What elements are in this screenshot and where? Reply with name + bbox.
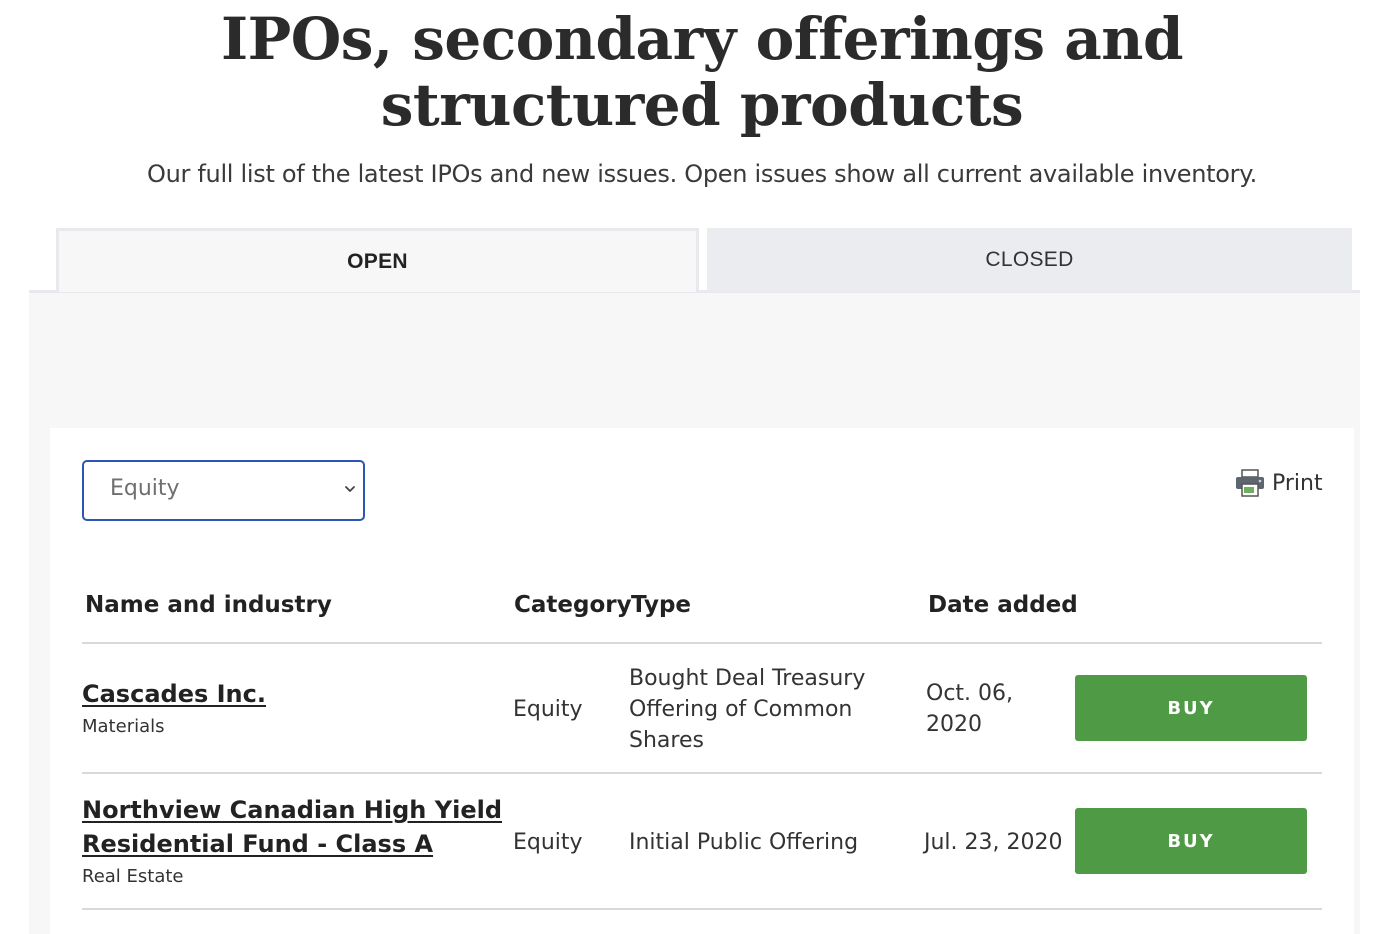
buy-button[interactable]: BUY [1075, 675, 1307, 741]
category-select[interactable]: Equity [82, 460, 365, 521]
offering-category: Equity [513, 697, 583, 722]
offering-type-line: Shares [629, 728, 704, 753]
column-header-type[interactable]: Type [631, 592, 691, 618]
offering-date-line: 2020 [926, 712, 982, 737]
table-row-divider [82, 908, 1322, 910]
offering-industry: Materials [82, 716, 165, 737]
offering-date: Jul. 23, 2020 [924, 830, 1063, 855]
tab-closed[interactable]: CLOSED [707, 228, 1352, 292]
print-label: Print [1272, 470, 1323, 496]
table-header-divider [82, 642, 1322, 644]
offering-type: Initial Public Offering [629, 830, 859, 855]
tab-open-label: OPEN [347, 249, 408, 273]
table-row-divider [82, 772, 1322, 774]
page: IPOs, secondary offerings and structured… [0, 0, 1386, 934]
offering-date-line: Oct. 06, [926, 681, 1014, 706]
offering-date: Oct. 06, 2020 [926, 678, 1013, 740]
column-header-name[interactable]: Name and industry [85, 592, 332, 618]
offering-name-link[interactable]: Cascades Inc. [82, 677, 266, 711]
tab-closed-label: CLOSED [985, 248, 1074, 271]
printer-icon [1236, 469, 1264, 497]
category-select-value: Equity [110, 476, 180, 501]
offering-type-line: Bought Deal Treasury [629, 666, 866, 691]
offering-industry: Real Estate [82, 866, 184, 887]
column-header-date[interactable]: Date added [928, 592, 1078, 618]
offering-name-line: Residential Fund - Class A [82, 830, 434, 858]
page-subtitle: Our full list of the latest IPOs and new… [146, 160, 1257, 188]
offering-name-link[interactable]: Northview Canadian High Yield Residentia… [82, 793, 502, 861]
offering-type-line: Offering of Common [629, 697, 853, 722]
offering-category: Equity [513, 830, 583, 855]
offering-name-line: Northview Canadian High Yield [82, 796, 502, 824]
chevron-down-icon [345, 486, 355, 492]
buy-button[interactable]: BUY [1075, 808, 1307, 874]
column-header-category[interactable]: Category [514, 592, 632, 618]
page-title: IPOs, secondary offerings and structured… [220, 5, 1184, 139]
print-button[interactable]: Print [1234, 466, 1323, 500]
tab-open[interactable]: OPEN [56, 228, 699, 292]
offering-type: Bought Deal Treasury Offering of Common … [629, 663, 865, 756]
